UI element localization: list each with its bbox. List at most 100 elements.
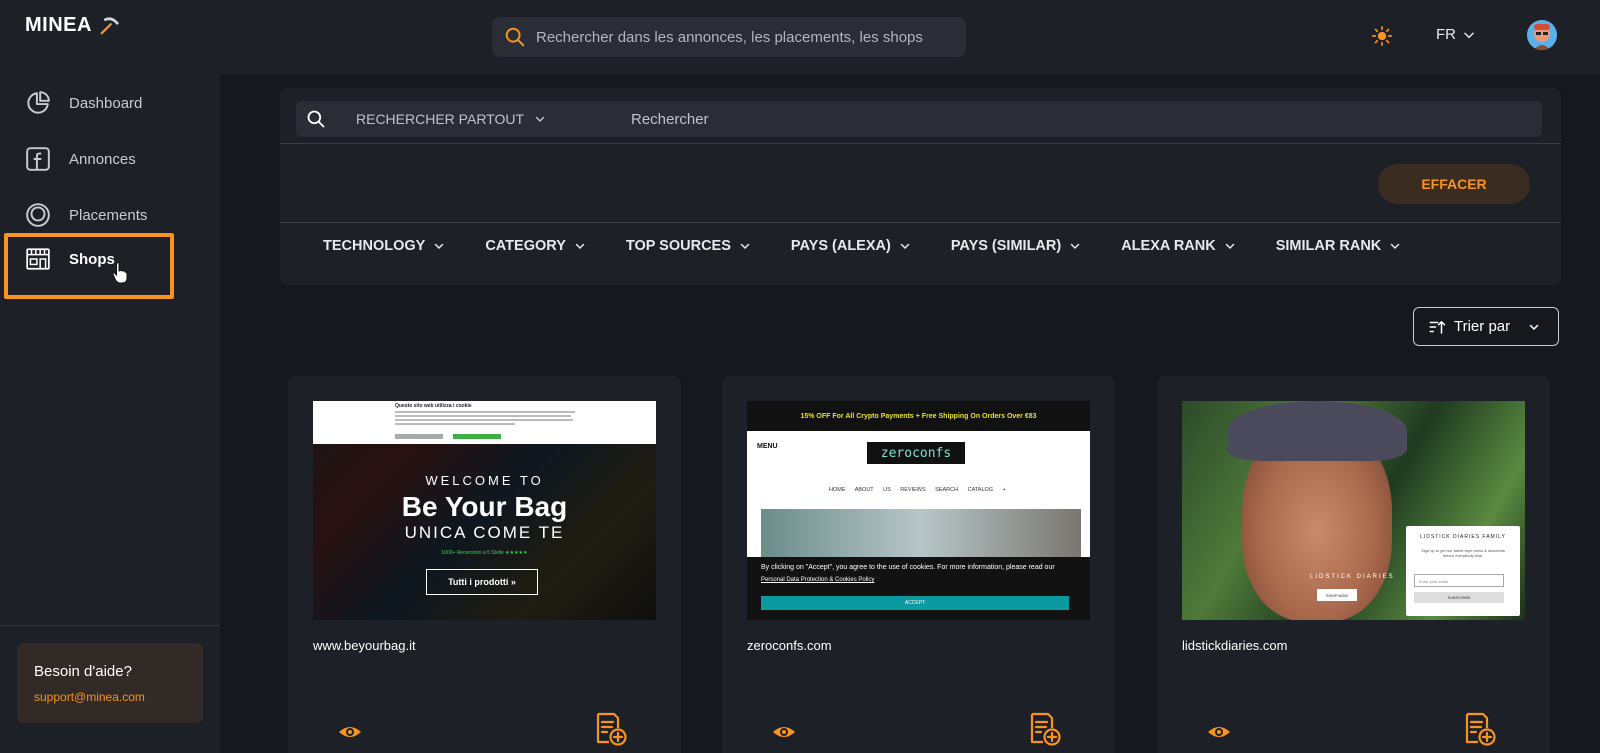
preview-logo: zeroconfs <box>867 442 965 464</box>
filter-panel: RECHERCHER PARTOUT EFFACER TECHNOLOGY CA… <box>280 88 1561 285</box>
sidebar-item-dashboard[interactable]: Dashboard <box>0 75 220 131</box>
popup-text: Sign up to get our latest style news & d… <box>1421 548 1505 558</box>
active-item-highlight <box>4 233 174 299</box>
sidebar-item-label: Placements <box>69 206 148 224</box>
preview-title: Be Your Bag <box>401 491 568 522</box>
preview-cta: Tutti i prodotti » <box>426 569 538 595</box>
filter-pays-alexa[interactable]: PAYS (ALEXA) <box>791 238 911 254</box>
preview-hero-image <box>761 509 1081 557</box>
filter-label: SIMILAR RANK <box>1275 238 1382 254</box>
preview-accept-button: ACCEPT <box>761 596 1069 610</box>
user-avatar[interactable] <box>1527 20 1557 50</box>
preview-newsletter-popup: LIDSTICK DIARIES FAMILY Sign up to get o… <box>1406 526 1520 616</box>
popup-email: Enter your email <box>1414 574 1504 587</box>
shop-card[interactable]: LIDSTICK DIARIES SHOP NOW LIDSTICK DIARI… <box>1157 376 1550 753</box>
shop-domain[interactable]: zeroconfs.com <box>747 638 832 653</box>
preview-nav: HOME ABOUT US REVIEWS SEARCH CATALOG + <box>829 487 1006 493</box>
pie-chart-icon <box>27 91 50 114</box>
chevron-down-icon <box>1529 324 1539 330</box>
filter-technology[interactable]: TECHNOLOGY <box>323 238 445 254</box>
popup-title: LIDSTICK DIARIES FAMILY <box>1420 534 1506 540</box>
filter-category[interactable]: CATEGORY <box>485 238 586 254</box>
facebook-icon <box>26 147 50 171</box>
filter-label: TOP SOURCES <box>625 238 731 254</box>
eye-icon[interactable] <box>1207 720 1231 744</box>
filter-label: TECHNOLOGY <box>323 238 426 254</box>
sidebar: Dashboard Annonces Placements Shops Beso… <box>0 75 220 753</box>
preview-cookie-link: Personal Data Protection & Cookies Polic… <box>761 577 875 583</box>
search-scope-dropdown[interactable]: RECHERCHER PARTOUT <box>356 111 606 127</box>
shop-preview[interactable]: 15% OFF For All Crypto Payments + Free S… <box>747 401 1090 620</box>
shop-card[interactable]: 15% OFF For All Crypto Payments + Free S… <box>722 376 1115 753</box>
preview-menu: MENU <box>757 443 778 450</box>
eye-icon[interactable] <box>338 720 362 744</box>
filter-top-sources[interactable]: TOP SOURCES <box>626 238 751 254</box>
search-icon <box>307 110 325 128</box>
search-icon <box>505 27 525 47</box>
preview-subtitle: UNICA COME TE <box>404 523 565 542</box>
panel-divider <box>280 222 1561 223</box>
chevron-down-icon <box>900 243 910 250</box>
language-label: FR <box>1436 26 1456 43</box>
preview-shop-now: SHOP NOW <box>1317 589 1357 601</box>
eye-icon[interactable] <box>772 720 796 744</box>
sidebar-divider <box>0 625 220 626</box>
top-bar: MINEA FR <box>0 0 1600 75</box>
preview-welcome: WELCOME TO <box>425 473 544 488</box>
app-logo[interactable]: MINEA <box>25 14 120 37</box>
panel-divider <box>280 143 1561 144</box>
app-name: MINEA <box>25 14 92 36</box>
search-scope-label: RECHERCHER PARTOUT <box>356 111 525 127</box>
preview-rating: 1000+ Recensioni a 5 Stelle ★★★★★ <box>441 550 528 556</box>
language-selector[interactable]: FR <box>1436 26 1476 43</box>
preview-brand: LIDSTICK DIARIES <box>1310 574 1395 580</box>
preview-cap-image <box>1227 401 1407 461</box>
chevron-down-icon <box>435 243 444 250</box>
theme-toggle-icon[interactable] <box>1372 26 1392 46</box>
sort-icon <box>1429 320 1446 334</box>
global-search[interactable] <box>492 17 966 57</box>
filter-label: CATEGORY <box>485 238 566 254</box>
filter-label: PAYS (SIMILAR) <box>950 238 1062 254</box>
shop-domain[interactable]: lidstickdiaries.com <box>1182 638 1287 653</box>
chevron-down-icon <box>1225 243 1234 250</box>
sidebar-item-label: Dashboard <box>69 94 143 112</box>
filter-similar-rank[interactable]: SIMILAR RANK <box>1276 238 1402 254</box>
shop-search-bar[interactable]: RECHERCHER PARTOUT <box>296 101 1542 137</box>
shop-domain[interactable]: www.beyourbag.it <box>313 638 416 653</box>
instagram-icon <box>26 203 50 227</box>
sidebar-item-label: Annonces <box>69 150 136 168</box>
filter-label: ALEXA RANK <box>1121 238 1216 254</box>
chevron-down-icon <box>1070 243 1080 250</box>
filter-label: PAYS (ALEXA) <box>790 238 891 254</box>
chevron-down-icon <box>1391 243 1400 250</box>
support-email-link[interactable]: support@minea.com <box>34 690 203 704</box>
global-search-input[interactable] <box>536 28 956 46</box>
chevron-down-icon <box>1464 32 1474 38</box>
add-to-list-icon[interactable] <box>1026 711 1062 747</box>
shop-search-input[interactable] <box>631 110 1131 128</box>
preview-promo: 15% OFF For All Crypto Payments + Free S… <box>747 401 1090 431</box>
chevron-down-icon <box>740 243 750 250</box>
filter-alexa-rank[interactable]: ALEXA RANK <box>1121 238 1236 254</box>
cookie-title: Questo sito web utilizza i cookie <box>395 403 472 409</box>
hand-cursor-icon <box>112 262 128 284</box>
preview-cookie-text: By clicking on "Accept", you agree to th… <box>761 564 1055 571</box>
help-box: Besoin d'aide? support@minea.com <box>17 643 203 723</box>
pickaxe-icon <box>100 16 119 34</box>
sort-button[interactable]: Trier par <box>1413 307 1559 346</box>
sidebar-item-annonces[interactable]: Annonces <box>0 131 220 187</box>
popup-subscribe: SUBSCRIBE <box>1414 592 1504 603</box>
shop-preview[interactable]: Questo sito web utilizza i cookie WELCOM… <box>313 401 656 620</box>
shop-preview[interactable]: LIDSTICK DIARIES SHOP NOW LIDSTICK DIARI… <box>1182 401 1525 620</box>
sort-label: Trier par <box>1454 318 1511 335</box>
shop-card[interactable]: Questo sito web utilizza i cookie WELCOM… <box>288 376 681 753</box>
clear-filters-button[interactable]: EFFACER <box>1378 164 1530 204</box>
add-to-list-icon[interactable] <box>592 711 628 747</box>
add-to-list-icon[interactable] <box>1461 711 1497 747</box>
filter-pays-similar[interactable]: PAYS (SIMILAR) <box>951 238 1081 254</box>
chevron-down-icon <box>575 243 585 250</box>
filter-dropdowns: TECHNOLOGY CATEGORY TOP SOURCES PAYS (AL… <box>323 238 1441 254</box>
chevron-down-icon <box>535 116 545 123</box>
help-title: Besoin d'aide? <box>34 663 132 680</box>
